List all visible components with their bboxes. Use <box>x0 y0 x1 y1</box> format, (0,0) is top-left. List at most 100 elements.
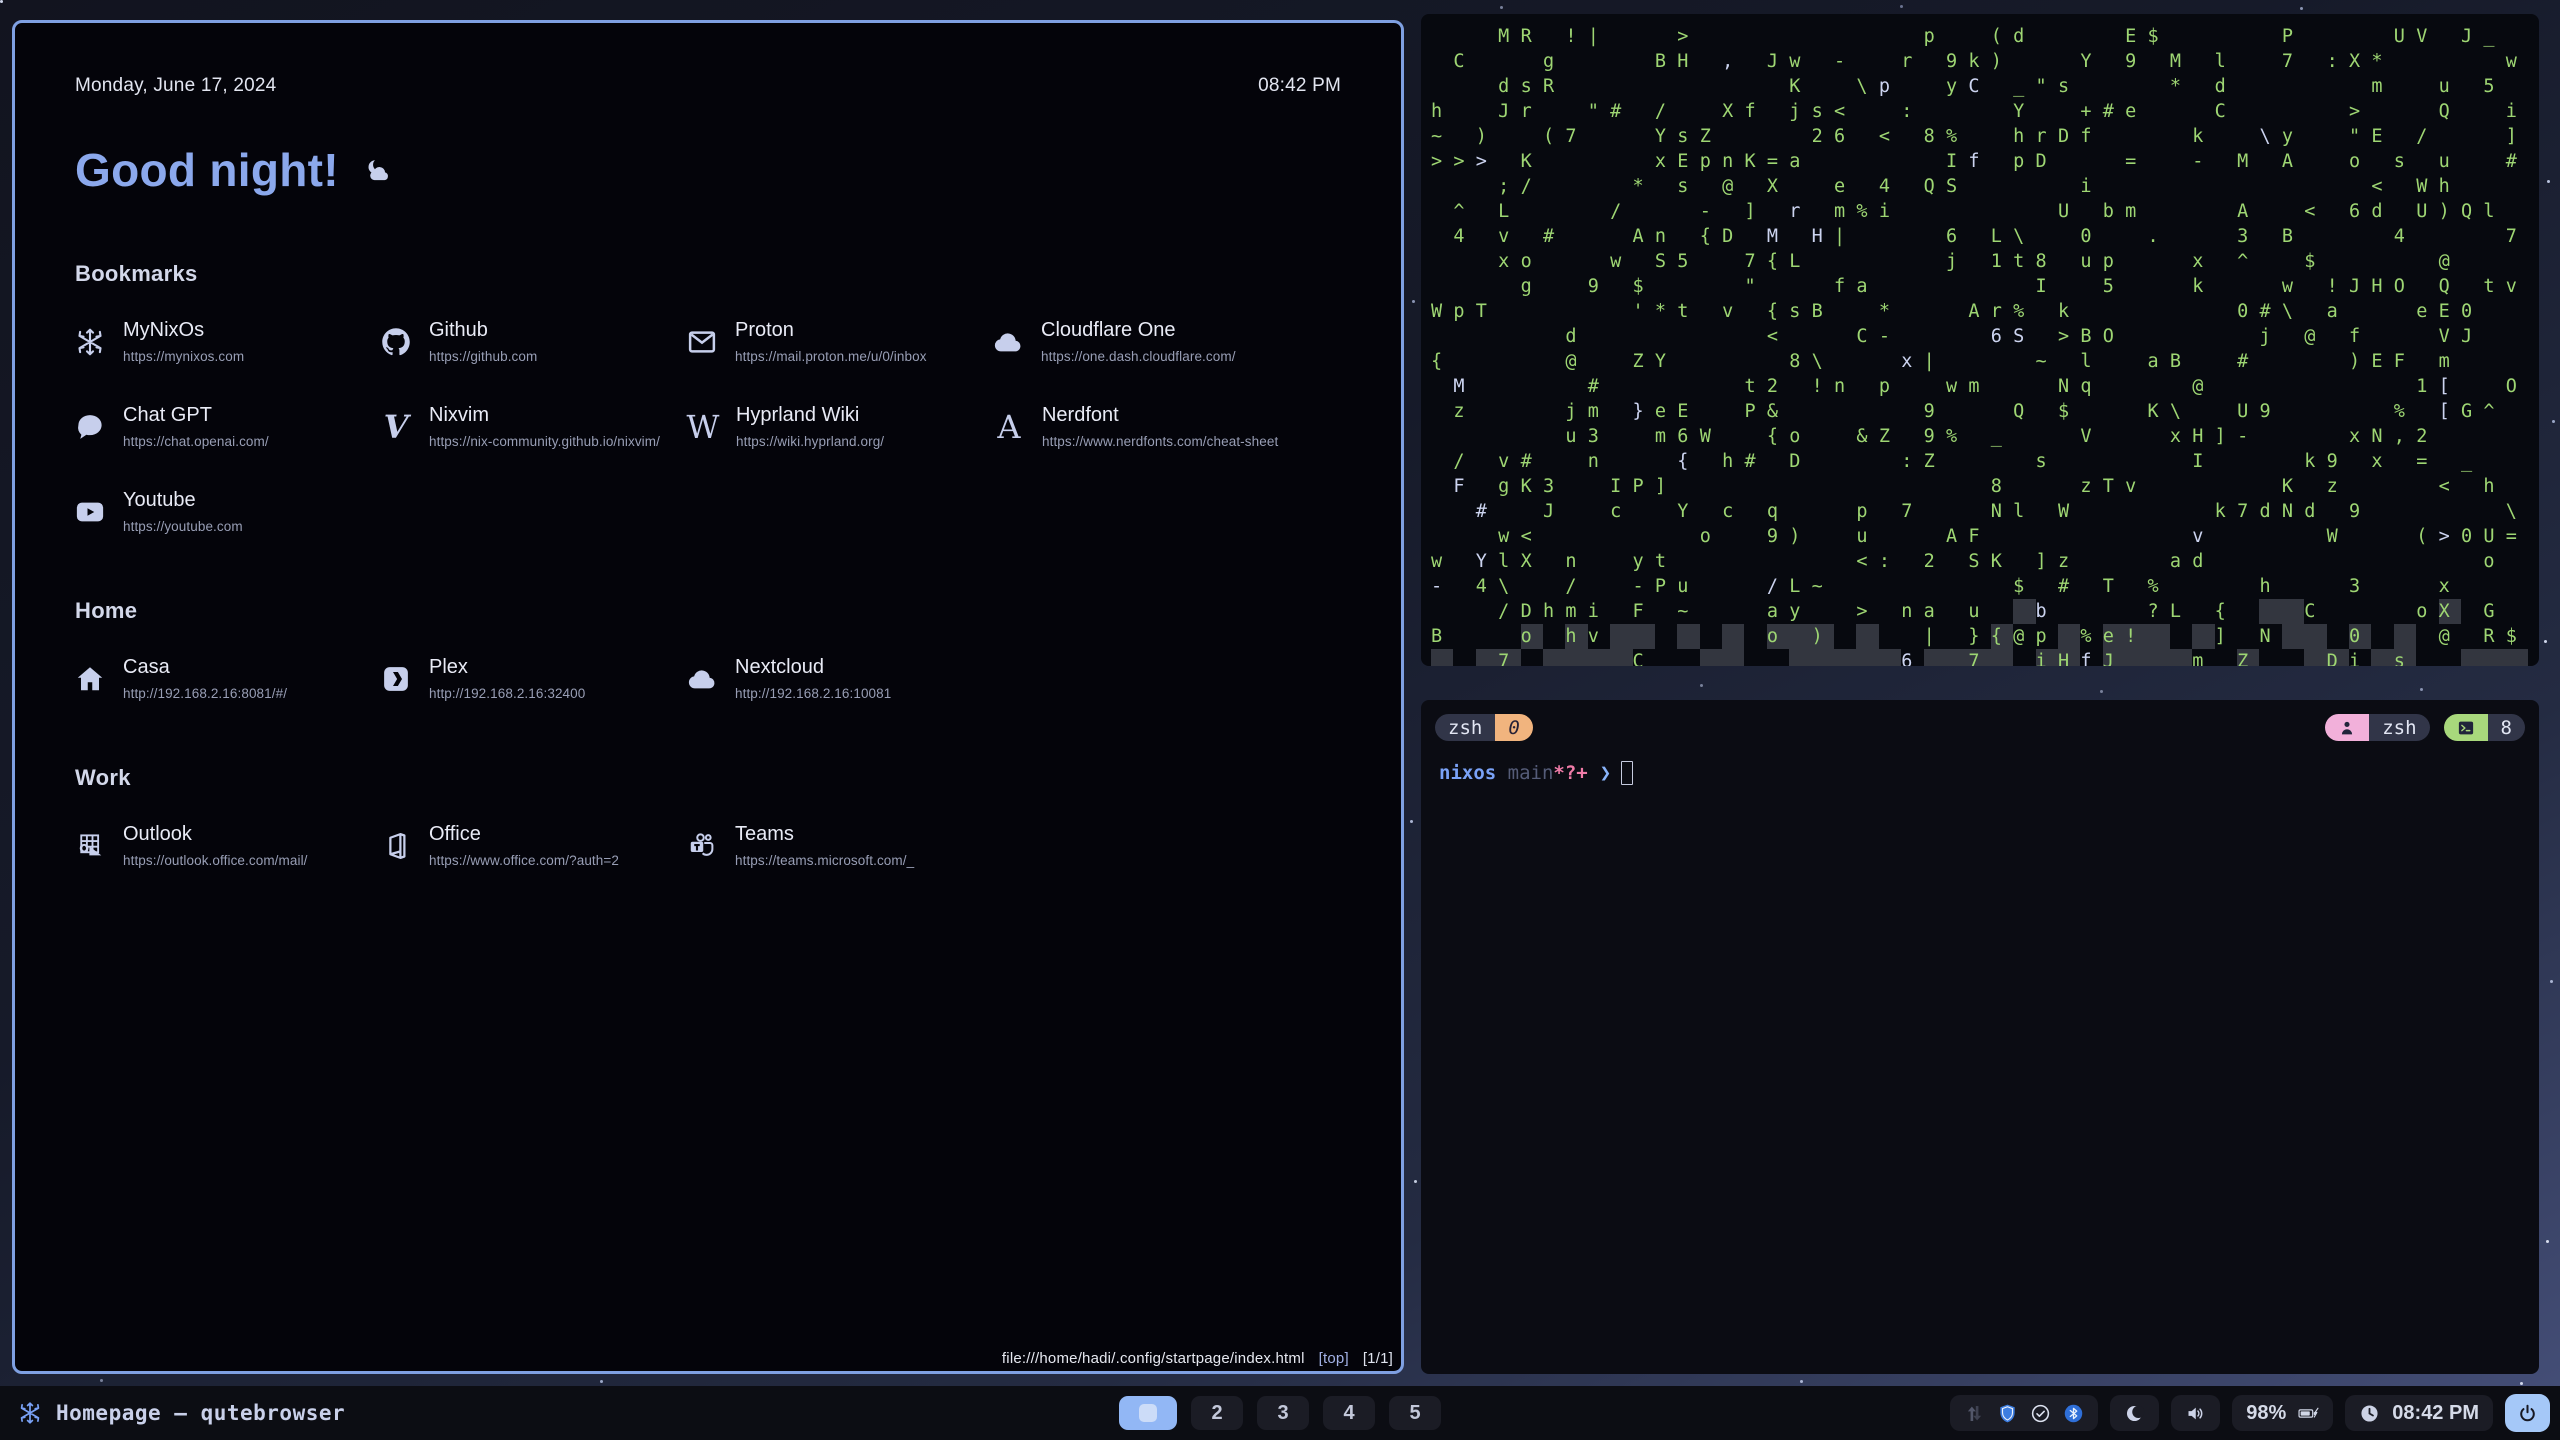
bookmark-item[interactable]: Outlookhttps://outlook.office.com/mail/ <box>75 823 353 868</box>
bookmark-item[interactable]: Plexhttp://192.168.2.16:32400 <box>381 656 659 701</box>
matrix-row: FgK3IP]8zTvKz<h <box>1431 474 2539 499</box>
wikipedia-w-icon: W <box>688 412 718 442</box>
check-circle-icon[interactable] <box>2030 1403 2051 1424</box>
matrix-rain: MR!|>p(dE$PUVJ_CgBH,Jw-r9k)Y9Ml7:X*wdsRK… <box>1431 24 2539 666</box>
qutebrowser-window[interactable]: Monday, June 17, 2024 08:42 PM Good nigh… <box>12 20 1404 1374</box>
greeting: Good night! <box>75 143 1341 197</box>
battery-charging-icon <box>2298 1403 2319 1424</box>
battery-module[interactable]: 98% <box>2232 1395 2333 1431</box>
tmux-session-name: zsh <box>1435 714 1495 741</box>
matrix-row: wYlXnyt<:2SK]zado <box>1431 549 2539 574</box>
bookmark-item[interactable]: Chat GPThttps://chat.openai.com/ <box>75 404 353 449</box>
network-arrows-icon[interactable] <box>1964 1403 1985 1424</box>
chat-bubble-icon <box>75 412 105 442</box>
bookmark-name: Cloudflare One <box>1041 319 1236 342</box>
matrix-row: u3m6W{o&Z9%_VxH]-xN,2 <box>1431 424 2539 449</box>
matrix-row: /DhmiF~ay>naub?L{CoXG <box>1431 599 2539 624</box>
section-items: Outlookhttps://outlook.office.com/mail/O… <box>75 823 1341 868</box>
bookmark-item[interactable]: Nextcloudhttp://192.168.2.16:10081 <box>687 656 965 701</box>
clock-module[interactable]: 08:42 PM <box>2345 1395 2493 1431</box>
bookmark-item[interactable]: WHyprland Wikihttps://wiki.hyprland.org/ <box>688 404 966 449</box>
bookmark-name: MyNixOs <box>123 319 244 342</box>
bookmark-item[interactable]: Githubhttps://github.com <box>381 319 659 364</box>
matrix-terminal-window[interactable]: MR!|>p(dE$PUVJ_CgBH,Jw-r9k)Y9Ml7:X*wdsRK… <box>1421 14 2539 666</box>
workspace-4[interactable]: 4 <box>1323 1396 1375 1430</box>
startpage-date: Monday, June 17, 2024 <box>75 75 276 97</box>
workspace-1[interactable] <box>1119 1396 1177 1430</box>
greeting-text: Good night! <box>75 143 339 197</box>
workspace-5[interactable]: 5 <box>1389 1396 1441 1430</box>
tmux-statusbar: zsh 0 zsh 8 <box>1435 714 2525 741</box>
startpage: Monday, June 17, 2024 08:42 PM Good nigh… <box>15 23 1401 868</box>
tmux-window-index: 0 <box>1495 714 1532 741</box>
matrix-row: Bohvo)|}{@p%e!]N0@R$ <box>1431 624 2539 649</box>
prompt-host: nixos <box>1439 762 1496 784</box>
bookmark-url: https://www.office.com/?auth=2 <box>429 853 619 868</box>
nixvim-v-icon: V <box>381 412 411 442</box>
waybar-window-title-module: Homepage — qutebrowser <box>10 1401 345 1425</box>
matrix-row: /v#n{h#D:ZsIk9x=_ <box>1431 449 2539 474</box>
bookmark-item[interactable]: Protonhttps://mail.proton.me/u/0/inbox <box>687 319 965 364</box>
mail-icon <box>687 327 717 357</box>
bookmark-item[interactable]: ANerdfonthttps://www.nerdfonts.com/cheat… <box>994 404 1278 449</box>
shield-icon[interactable] <box>1997 1403 2018 1424</box>
matrix-row: w<o9)uAFvW(>0U= <box>1431 524 2539 549</box>
matrix-row: ~)(7YsZ26<8%hrDfk\y"E/] <box>1431 124 2539 149</box>
matrix-row: hJr"#/Xfjs<:Y+#eC>Qi <box>1431 99 2539 124</box>
matrix-row: ^L/-]rm%iUbmA<6dU)Ql <box>1431 199 2539 224</box>
bookmark-url: http://192.168.2.16:8081/#/ <box>123 686 287 701</box>
bookmark-item[interactable]: Cloudflare One https://one.dash.cloudflar… <box>993 319 1271 364</box>
bookmark-item[interactable]: MyNixOshttps://mynixos.com <box>75 319 353 364</box>
section-work: WorkOutlookhttps://outlook.office.com/ma… <box>75 765 1341 868</box>
volume-module[interactable] <box>2171 1395 2220 1431</box>
bookmark-name: Nextcloud <box>735 656 891 679</box>
bookmark-name: Nerdfont <box>1042 404 1278 427</box>
statusbar-tab-index: [1/1] <box>1363 1350 1393 1367</box>
workspace-switcher: 2345 <box>1119 1396 1441 1430</box>
shell-prompt[interactable]: nixos main*?+❯ <box>1439 761 2539 785</box>
bookmark-item[interactable]: Casa http://192.168.2.16:8081/#/ <box>75 656 353 701</box>
bookmark-item[interactable]: Teams https://teams.microsoft.com/_ <box>687 823 965 868</box>
tmux-pane-count: 8 <box>2488 714 2525 741</box>
plex-icon <box>381 664 411 694</box>
bookmark-url: https://chat.openai.com/ <box>123 434 269 449</box>
terminal-cursor <box>1621 761 1633 785</box>
prompt-git-flags: *?+ <box>1553 762 1587 784</box>
startpage-clock: 08:42 PM <box>1258 75 1341 97</box>
outlook-icon <box>75 831 105 861</box>
active-workspace-indicator <box>1139 1404 1157 1422</box>
tmux-session-pill[interactable]: zsh 0 <box>1435 714 1533 741</box>
bookmark-url: https://teams.microsoft.com/_ <box>735 853 914 868</box>
bookmark-url: https://outlook.office.com/mail/ <box>123 853 308 868</box>
matrix-row: CgBH,Jw-r9k)Y9Ml7:X*w <box>1431 49 2539 74</box>
bookmark-item[interactable]: VNixvimhttps://nix-community.github.io/n… <box>381 404 660 449</box>
bookmark-name: Teams <box>735 823 914 846</box>
tmux-pane-pill: 8 <box>2444 714 2525 741</box>
section-title: Bookmarks <box>75 261 1341 287</box>
section-items: MyNixOshttps://mynixos.com Githubhttps://… <box>75 319 1341 534</box>
workspace-2[interactable]: 2 <box>1191 1396 1243 1430</box>
matrix-row: >>>KxEpnK=aIfpD=-MAosu# <box>1431 149 2539 174</box>
bookmark-name: Casa <box>123 656 287 679</box>
bookmark-url: https://one.dash.cloudflare.com/ <box>1041 349 1236 364</box>
power-button[interactable] <box>2505 1394 2550 1432</box>
cloud-icon <box>687 664 717 694</box>
matrix-row: ;/*s@Xe4QSi<Wh <box>1431 174 2539 199</box>
bookmark-item[interactable]: Officehttps://www.office.com/?auth=2 <box>381 823 659 868</box>
workspace-3[interactable]: 3 <box>1257 1396 1309 1430</box>
bluetooth-icon[interactable] <box>2063 1403 2084 1424</box>
system-tray[interactable] <box>1950 1395 2098 1431</box>
matrix-row: {@ZY8\x|~laB#)EFm <box>1431 349 2539 374</box>
matrix-row: g9$"faI5kw!JHOQtv <box>1431 274 2539 299</box>
matrix-row: #JcYcqp7NlWk7dNd9\ <box>1431 499 2539 524</box>
bookmark-item[interactable]: Youtubehttps://youtube.com <box>75 489 353 534</box>
shell-terminal-window[interactable]: zsh 0 zsh 8 nixos main*?+❯ <box>1421 700 2539 1374</box>
person-icon <box>2325 714 2369 741</box>
matrix-row: M#t2!npwmNq@1[O <box>1431 374 2539 399</box>
tmux-user-pill: zsh <box>2325 714 2429 741</box>
night-light-toggle[interactable] <box>2110 1395 2159 1431</box>
github-icon <box>381 327 411 357</box>
cloud-icon <box>993 327 1023 357</box>
matrix-row: zjm}eEP&9Q$K\U9%[G^ <box>1431 399 2539 424</box>
bookmark-name: Plex <box>429 656 585 679</box>
